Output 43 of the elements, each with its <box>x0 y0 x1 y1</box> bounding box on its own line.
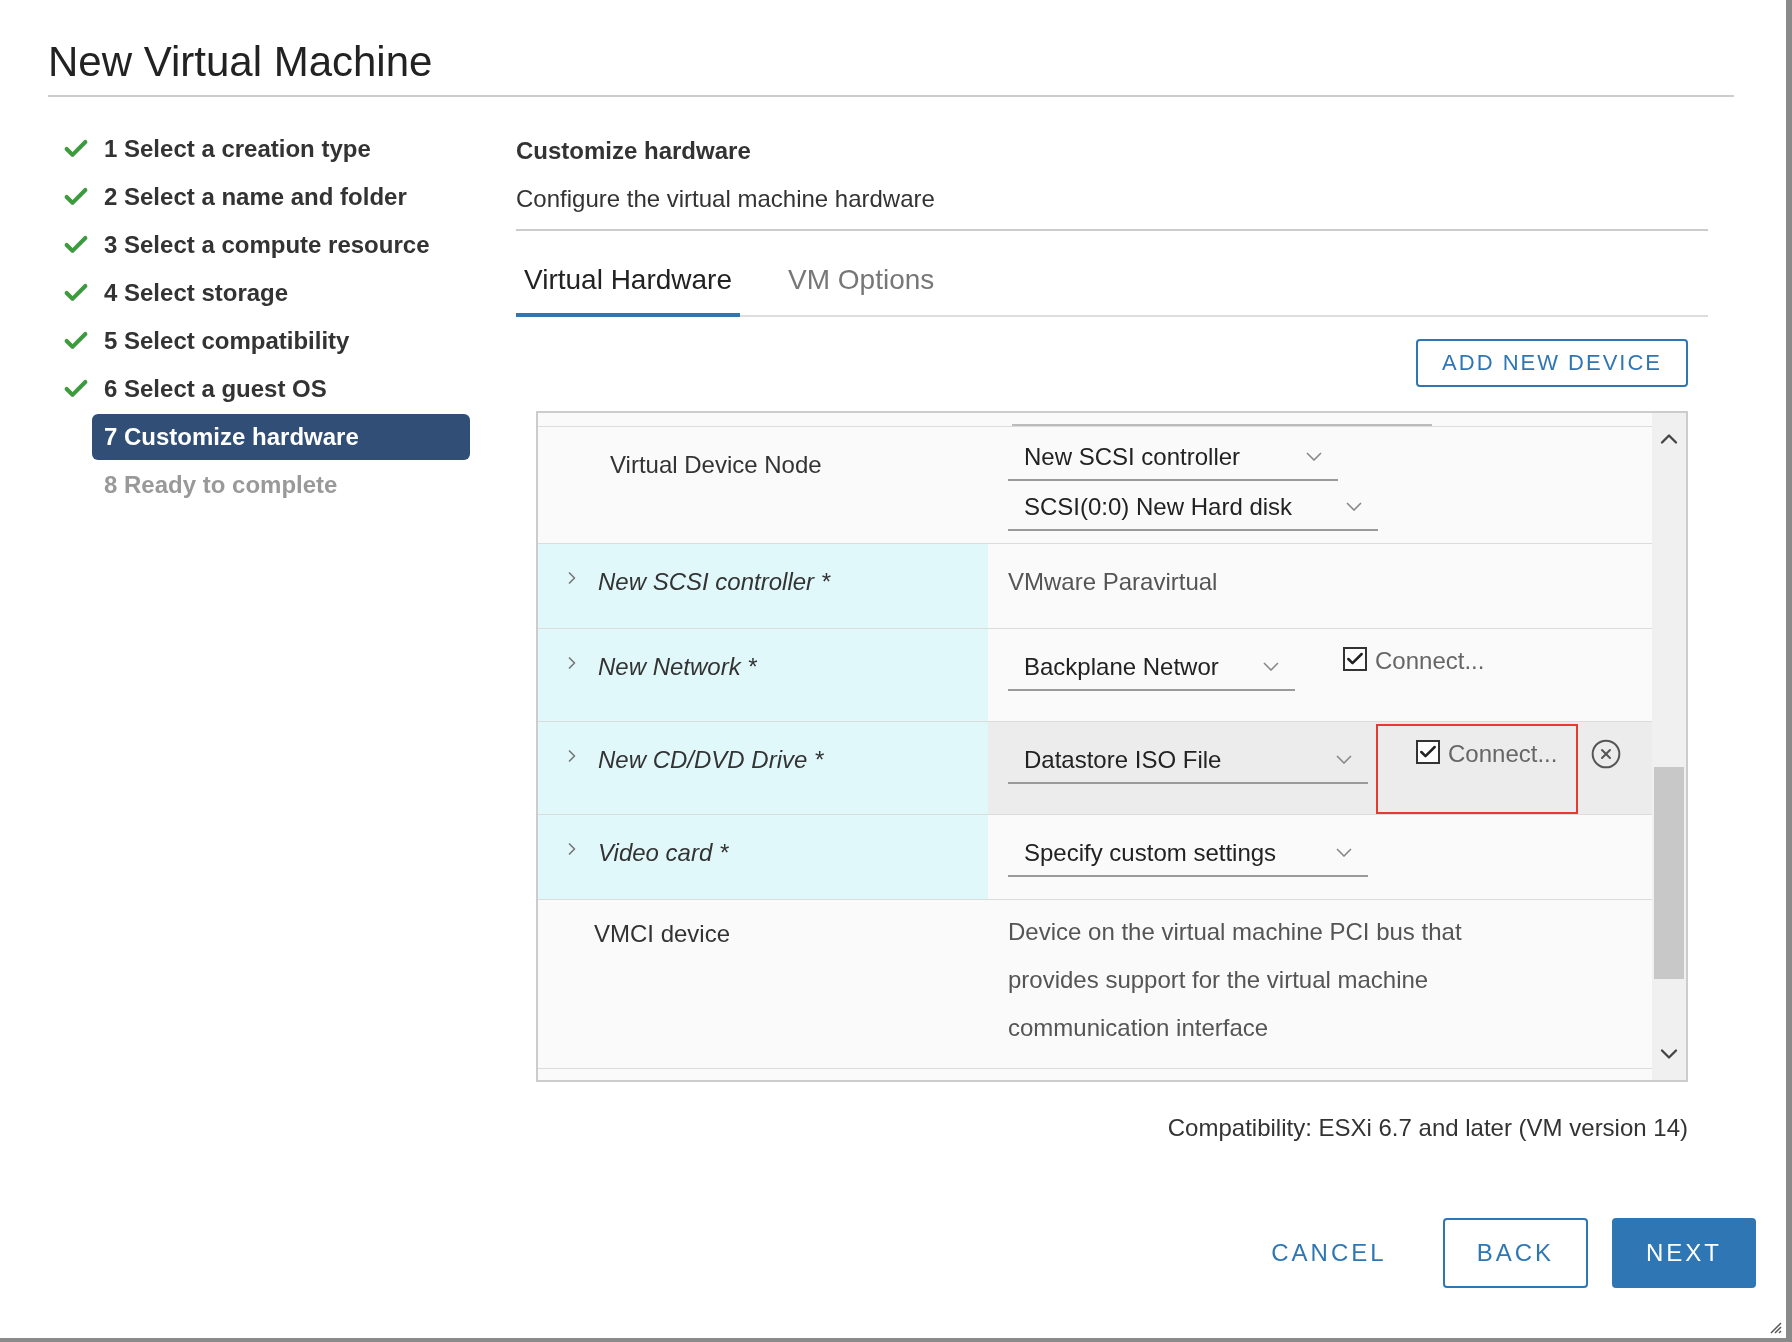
chevron-down-icon <box>1306 452 1322 461</box>
window-title: New Virtual Machine <box>48 37 434 87</box>
dialog-button[interactable]: CANCEL <box>1239 1218 1419 1288</box>
compatibility-text: Compatibility: ESXi 6.7 and later (VM version 14) <box>1167 1112 1688 1143</box>
checkbox-label: Connect... <box>1375 645 1485 676</box>
wizard-step[interactable]: 7 Customize hardware <box>92 413 470 460</box>
dialog-button[interactable]: NEXT <box>1612 1218 1756 1288</box>
remove-icon[interactable] <box>1590 737 1622 770</box>
device-description: Device on the virtual machine PCI bus that provides support for the virtual machine communication interface <box>1007 916 1463 1043</box>
dropdown[interactable]: New SCSI controller <box>1008 434 1338 481</box>
dropdown[interactable]: SCSI(0:0) New Hard disk <box>1008 484 1378 531</box>
scrollbar[interactable] <box>1652 412 1686 1080</box>
device-header[interactable]: New CD/DVD Drive * <box>538 721 988 814</box>
wizard-step[interactable]: 5 Select compatibility <box>92 317 362 364</box>
device-header[interactable]: New SCSI controller * <box>538 543 988 628</box>
checkbox-label: Connect... <box>1448 738 1558 769</box>
dropdown[interactable]: Backplane Networ <box>1008 644 1295 691</box>
chevron-down-icon <box>1263 662 1279 671</box>
section-title: Customize hardware <box>516 135 752 166</box>
wizard-step[interactable]: 3 Select a compute resource <box>92 221 442 268</box>
wizard-step[interactable]: 6 Select a guest OS <box>92 365 339 412</box>
device-header[interactable]: New Network * <box>538 628 988 721</box>
dropdown[interactable]: Specify custom settings <box>1008 830 1368 877</box>
wizard-step[interactable]: 4 Select storage <box>92 269 301 316</box>
device-header[interactable]: Video card * <box>538 814 988 899</box>
add-device-button[interactable]: ADD NEW DEVICE <box>1416 338 1688 387</box>
checkbox[interactable] <box>1416 739 1440 764</box>
device-value: VMware Paravirtual <box>1008 566 1218 597</box>
chevron-down-icon <box>1336 755 1352 764</box>
wizard-step[interactable]: 1 Select a creation type <box>92 125 383 172</box>
wizard-step[interactable]: 2 Select a name and folder <box>92 173 419 220</box>
chevron-down-icon <box>1336 848 1352 857</box>
chevron-down-icon <box>1346 502 1362 511</box>
dialog-button[interactable]: BACK <box>1442 1218 1588 1288</box>
dropdown[interactable]: Datastore ISO File <box>1008 737 1368 784</box>
tab[interactable]: Virtual Hardware <box>516 258 741 317</box>
row-label: Virtual Device Node <box>610 450 822 478</box>
row-label: VMCI device <box>594 919 731 947</box>
scrollbar-thumb[interactable] <box>1654 766 1684 979</box>
resize-grip-icon[interactable] <box>1768 1320 1782 1334</box>
checkbox[interactable] <box>1343 646 1367 671</box>
tab[interactable]: VM Options <box>780 258 943 317</box>
section-subtitle: Configure the virtual machine hardware <box>516 183 936 214</box>
